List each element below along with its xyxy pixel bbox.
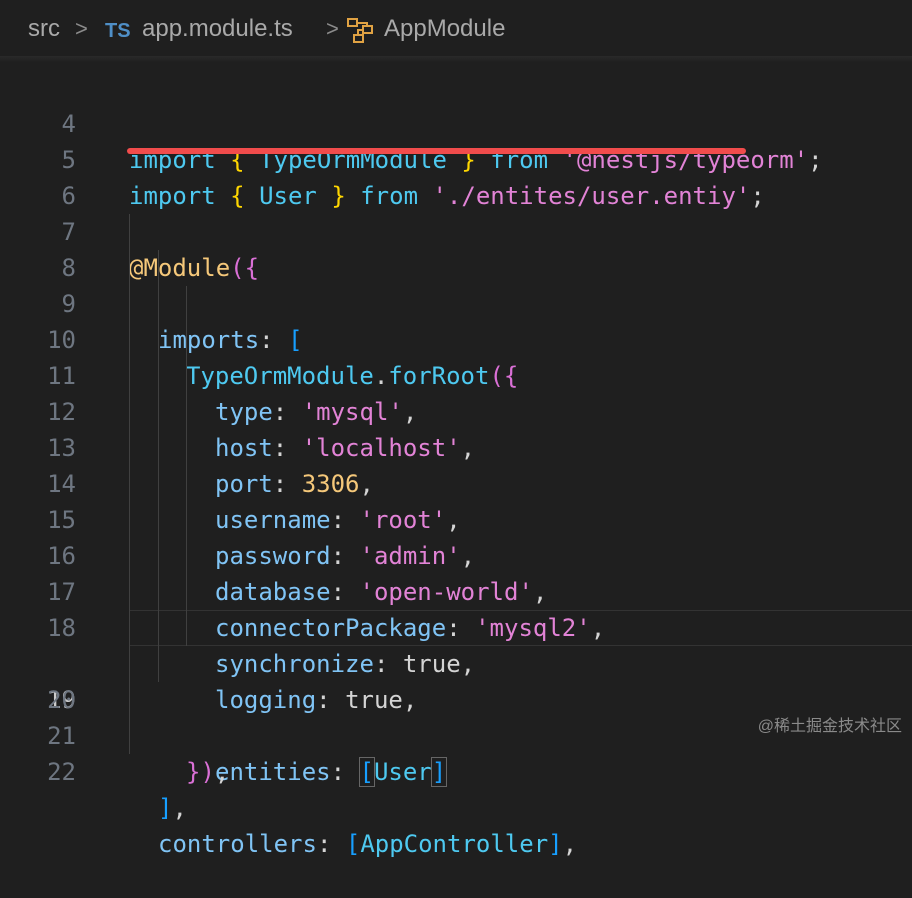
code-line[interactable]: 16 connectorPackage: 'mysql2', [0, 502, 912, 642]
breadcrumb-separator: > [75, 16, 88, 41]
scroll-shadow [0, 56, 912, 62]
breadcrumb-separator: > [326, 16, 339, 41]
code-line[interactable]: 12 port: 3306, [0, 358, 912, 498]
breadcrumb: src > TS app.module.ts > AppModule [0, 0, 912, 58]
code-line[interactable]: 13 username: 'root', [0, 394, 912, 534]
code-line-active[interactable]: 19 entities: [User] [0, 610, 912, 787]
code-line[interactable]: 15 database: 'open-world', [0, 466, 912, 606]
breadcrumb-symbol[interactable]: AppModule [384, 14, 505, 44]
breadcrumb-file[interactable]: app.module.ts [142, 14, 293, 44]
code-line[interactable]: 11 host: 'localhost', [0, 322, 912, 462]
code-line[interactable]: 8 imports: [ [0, 214, 912, 354]
code-line[interactable]: 10 type: 'mysql', [0, 286, 912, 426]
code-line[interactable]: 20 }), [0, 646, 912, 786]
code-line[interactable]: 18 logging: true, [0, 574, 912, 714]
code-line[interactable]: 4 import { TypeOrmModule } from '@nestjs… [0, 70, 912, 174]
current-line-highlight [129, 610, 912, 646]
code-line[interactable]: 5 import { User } from './entites/user.e… [0, 106, 912, 210]
code-line[interactable]: 7 @Module({ [0, 178, 912, 282]
watermark: @稀土掘金技术社区 [757, 718, 902, 735]
red-underline-annotation [127, 148, 746, 154]
code-line[interactable]: 14 password: 'admin', [0, 430, 912, 570]
code-line[interactable]: 17 synchronize: true, [0, 538, 912, 678]
typescript-icon: TS [105, 20, 131, 42]
symbol-module-icon [346, 16, 376, 52]
breadcrumb-folder[interactable]: src [28, 14, 60, 44]
line-number: 22 [47, 758, 76, 786]
code-line[interactable]: 9 TypeOrmModule.forRoot({ [0, 250, 912, 390]
